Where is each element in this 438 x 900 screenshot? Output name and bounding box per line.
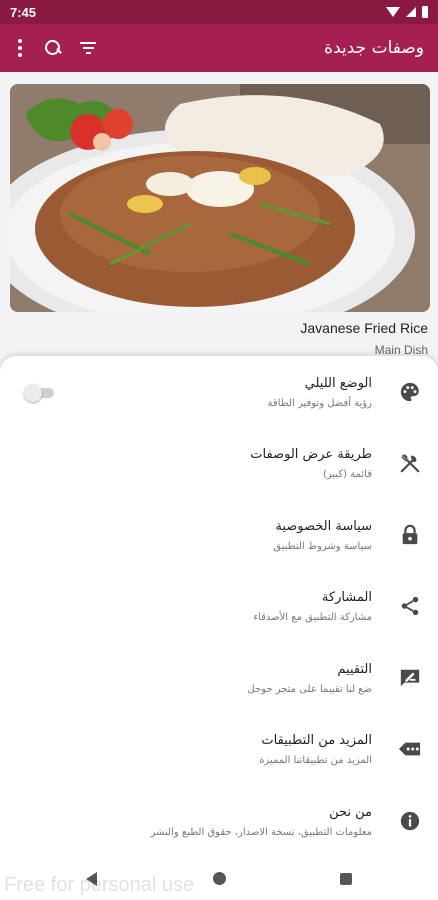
app-title: وصفات جديدة xyxy=(324,38,424,58)
menu-item-subtitle: المزيد من تطبيقاتنا المميزة xyxy=(259,754,372,766)
battery-icon xyxy=(422,6,428,18)
menu-item-privacy[interactable]: سياسة الخصوصية سياسة وشروط التطبيق xyxy=(0,499,438,571)
menu-item-text: المشاركة مشاركة التطبيق مع الأصدقاء xyxy=(253,590,372,623)
status-bar: 7:45 xyxy=(0,0,438,24)
palette-icon xyxy=(396,378,424,406)
menu-item-title: الوضع الليلي xyxy=(304,375,372,391)
status-time: 7:45 xyxy=(10,4,37,20)
menu-item-text: المزيد من التطبيقات المزيد من تطبيقاتنا … xyxy=(259,733,372,766)
night-mode-toggle[interactable] xyxy=(24,384,54,402)
menu-item-about[interactable]: من نحن معلومات التطبيق، نسخة الاصدار، حق… xyxy=(0,785,438,857)
fried-rice-photo xyxy=(10,84,430,312)
menu-item-rate[interactable]: التقييم ضع لنا تقييما على متجر جوجل xyxy=(0,642,438,714)
share-icon xyxy=(396,592,424,620)
menu-item-subtitle: ضع لنا تقييما على متجر جوجل xyxy=(247,683,372,695)
search-icon[interactable] xyxy=(44,39,62,57)
menu-item-text: التقييم ضع لنا تقييما على متجر جوجل xyxy=(247,662,372,695)
menu-item-subtitle: قائمة (كبير) xyxy=(322,468,372,480)
menu-item-night-mode[interactable]: الوضع الليلي رؤية أفضل وتوفير الطاقة xyxy=(0,356,438,428)
menu-item-text: طريقة عرض الوصفات قائمة (كبير) xyxy=(250,447,372,480)
more-apps-icon xyxy=(396,735,424,763)
menu-item-text: الوضع الليلي رؤية أفضل وتوفير الطاقة xyxy=(268,376,372,409)
more-options-icon[interactable] xyxy=(14,37,26,59)
recipe-image[interactable] xyxy=(10,84,430,312)
signal-icon xyxy=(406,7,416,17)
toggle-thumb xyxy=(24,384,42,402)
wifi-icon xyxy=(386,7,400,17)
menu-item-text: من نحن معلومات التطبيق، نسخة الاصدار، حق… xyxy=(151,805,372,838)
rate-review-icon xyxy=(396,664,424,692)
menu-item-share[interactable]: المشاركة مشاركة التطبيق مع الأصدقاء xyxy=(0,570,438,642)
recipe-title[interactable]: Javanese Fried Rice xyxy=(300,320,428,336)
menu-item-title: التقييم xyxy=(337,661,372,677)
menu-item-title: المزيد من التطبيقات xyxy=(261,732,372,748)
menu-item-subtitle: رؤية أفضل وتوفير الطاقة xyxy=(267,397,372,409)
menu-item-title: المشاركة xyxy=(321,589,372,605)
app-bar-actions xyxy=(14,37,96,59)
menu-item-text: سياسة الخصوصية سياسة وشروط التطبيق xyxy=(273,519,372,552)
recipe-category: Main Dish xyxy=(374,343,428,357)
status-icons xyxy=(386,6,428,18)
lock-icon xyxy=(396,521,424,549)
info-icon xyxy=(396,807,424,835)
app-bar: وصفات جديدة xyxy=(0,24,438,72)
menu-item-subtitle: مشاركة التطبيق مع الأصدقاء xyxy=(253,611,372,623)
menu-item-subtitle: معلومات التطبيق، نسخة الاصدار، حقوق الطب… xyxy=(150,826,372,838)
utensils-icon xyxy=(396,449,424,477)
recents-icon[interactable] xyxy=(340,873,352,885)
menu-item-subtitle: سياسة وشروط التطبيق xyxy=(273,540,372,552)
menu-item-title: سياسة الخصوصية xyxy=(275,518,372,534)
watermark: Free for personal use xyxy=(4,874,195,896)
menu-item-recipe-display[interactable]: طريقة عرض الوصفات قائمة (كبير) xyxy=(0,427,438,499)
menu-item-title: طريقة عرض الوصفات xyxy=(250,446,372,462)
filter-icon[interactable] xyxy=(80,42,96,54)
menu-item-more-apps[interactable]: المزيد من التطبيقات المزيد من تطبيقاتنا … xyxy=(0,713,438,785)
menu-item-title: من نحن xyxy=(329,804,372,820)
home-icon[interactable] xyxy=(213,872,226,885)
